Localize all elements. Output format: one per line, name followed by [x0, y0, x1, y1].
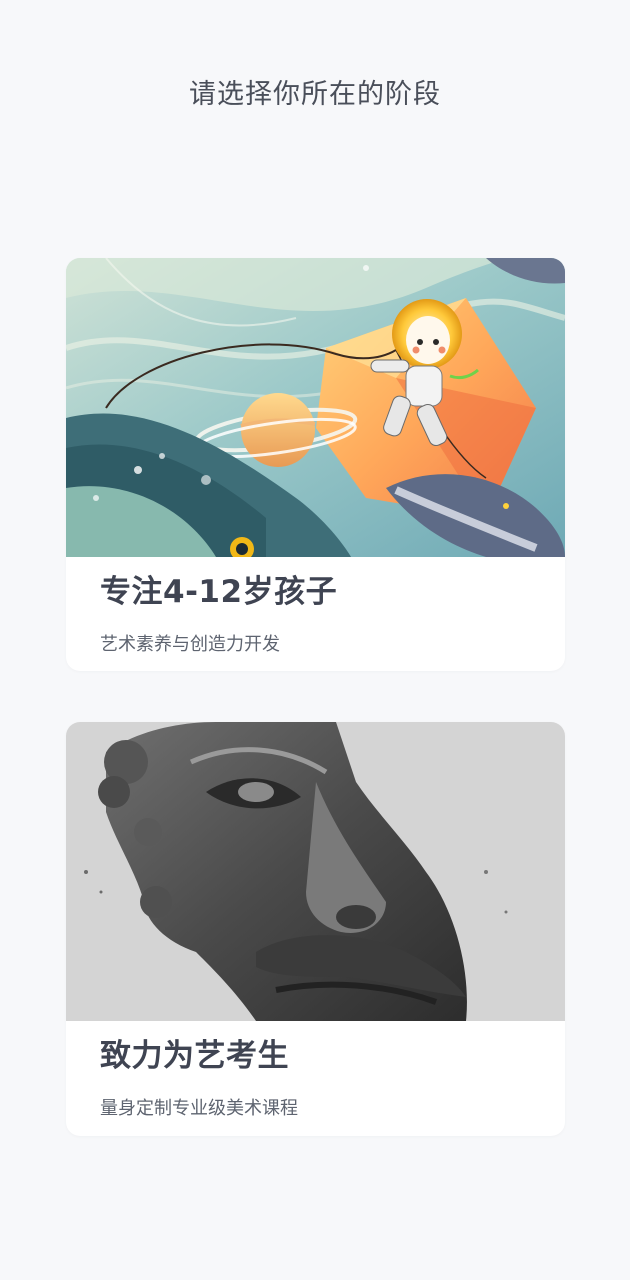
stage-card-art-exam-subtitle: 量身定制专业级美术课程: [100, 1098, 298, 1119]
stage-card-kids-title: 专注4-12岁孩子: [100, 574, 338, 610]
stage-card-art-exam[interactable]: 致力为艺考生 量身定制专业级美术课程: [66, 722, 565, 1136]
stage-card-art-exam-title: 致力为艺考生: [100, 1038, 289, 1074]
stage-card-kids-subtitle: 艺术素养与创造力开发: [100, 634, 280, 655]
space-astronaut-illustration: [66, 258, 565, 557]
stage-card-kids[interactable]: 专注4-12岁孩子 艺术素养与创造力开发: [66, 258, 565, 671]
page-title: 请选择你所在的阶段: [189, 79, 441, 110]
marble-statue-face: [66, 722, 565, 1021]
